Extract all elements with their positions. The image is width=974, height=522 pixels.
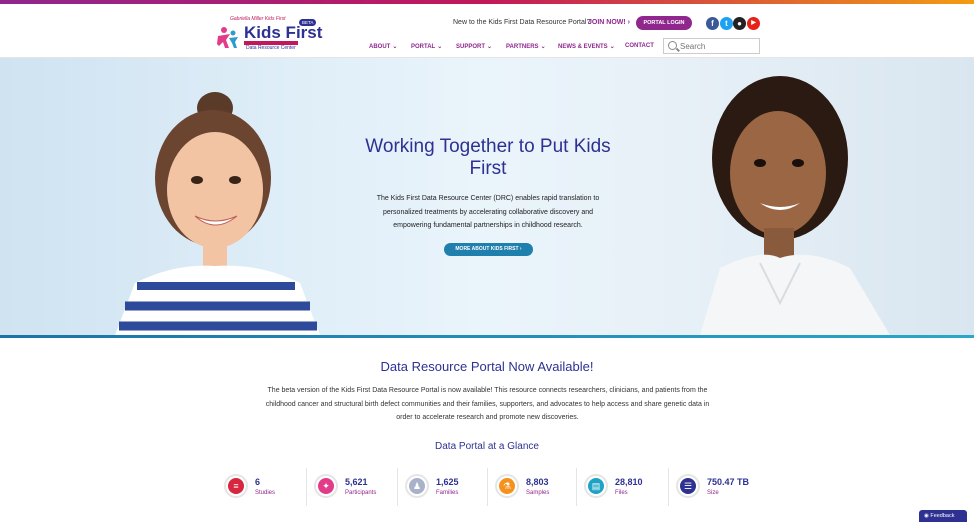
- samples-icon: ⚗: [499, 478, 515, 494]
- chevron-down-icon: ⌄: [609, 44, 615, 50]
- stat-divider: [487, 468, 488, 506]
- researcher-photo: [700, 76, 890, 335]
- logo-figure-icon: [217, 27, 238, 48]
- stat-label: Files: [615, 490, 628, 496]
- more-about-button[interactable]: MORE ABOUT KIDS FIRST ›: [444, 243, 533, 256]
- stat-label: Studies: [255, 490, 276, 496]
- stat-divider: [576, 468, 577, 506]
- stat-value: 28,810: [615, 477, 643, 487]
- girl-photo: [115, 92, 320, 335]
- logo-subtitle: Data Resource Center: [246, 45, 296, 51]
- stat-value: 750.47 TB: [707, 477, 750, 487]
- hero-banner: Working Together to Put Kids First The K…: [0, 58, 974, 335]
- nav-portal[interactable]: PORTAL ⌄: [411, 43, 442, 50]
- portal-intro: The beta version of the Kids First Data …: [265, 387, 710, 422]
- logo-name: Kids First: [244, 23, 323, 42]
- files-icon: ▤: [588, 478, 604, 494]
- participants-icon: ✦: [318, 478, 334, 494]
- logo-tagline: Gabriella Miller Kids First: [230, 16, 286, 22]
- stat-divider: [668, 468, 669, 506]
- studies-icon: ≡: [228, 478, 244, 494]
- hero-title: Working Together to Put Kids First: [365, 136, 611, 179]
- new-user-prompt: New to the Kids First Data Resource Port…: [453, 19, 591, 26]
- stat-value: 8,803: [526, 477, 549, 487]
- stat-divider: [306, 468, 307, 506]
- youtube-icon[interactable]: ▶: [747, 17, 760, 30]
- stat-value: 1,625: [436, 477, 459, 487]
- kids-first-logo[interactable]: Gabriella Miller Kids First Kids First D…: [216, 16, 322, 52]
- search-icon: [668, 41, 677, 50]
- chevron-down-icon: ⌄: [392, 44, 398, 50]
- stat-value: 5,621: [345, 477, 368, 487]
- github-icon[interactable]: ●: [733, 17, 746, 30]
- stat-label: Families: [436, 490, 459, 496]
- portal-section-title: Data Resource Portal Now Available!: [380, 359, 594, 374]
- facebook-icon[interactable]: f: [706, 17, 719, 30]
- join-now-link[interactable]: JOIN NOW! ›: [588, 19, 630, 26]
- hero-divider: [0, 335, 974, 338]
- nav-about[interactable]: ABOUT ⌄: [369, 43, 397, 50]
- nav-support[interactable]: SUPPORT ⌄: [456, 43, 492, 50]
- chevron-down-icon: ⌄: [437, 44, 443, 50]
- search-box[interactable]: [663, 38, 760, 54]
- size-icon: ☰: [680, 478, 696, 494]
- chevron-down-icon: ⌄: [487, 44, 493, 50]
- hero-description: The Kids First Data Resource Center (DRC…: [376, 195, 600, 229]
- families-icon: ♟: [409, 478, 425, 494]
- stat-value: 6: [255, 477, 261, 487]
- feedback-button[interactable]: ◉ Feedback: [919, 510, 967, 522]
- stat-label: Size: [707, 490, 719, 496]
- stat-label: Participants: [345, 490, 377, 496]
- glance-title: Data Portal at a Glance: [435, 441, 539, 452]
- nav-partners[interactable]: PARTNERS ⌄: [506, 43, 546, 50]
- nav-contact[interactable]: CONTACT: [625, 43, 654, 49]
- site-header: Gabriella Miller Kids First Kids First D…: [0, 4, 974, 58]
- stat-divider: [397, 468, 398, 506]
- nav-news-events[interactable]: NEWS & EVENTS ⌄: [558, 43, 615, 50]
- chevron-down-icon: ⌄: [540, 44, 546, 50]
- stat-label: Samples: [526, 490, 550, 496]
- search-input[interactable]: [680, 40, 758, 52]
- portal-login-button[interactable]: PORTAL LOGIN: [636, 16, 692, 30]
- beta-badge: BETA: [299, 19, 317, 26]
- twitter-icon[interactable]: t: [720, 17, 733, 30]
